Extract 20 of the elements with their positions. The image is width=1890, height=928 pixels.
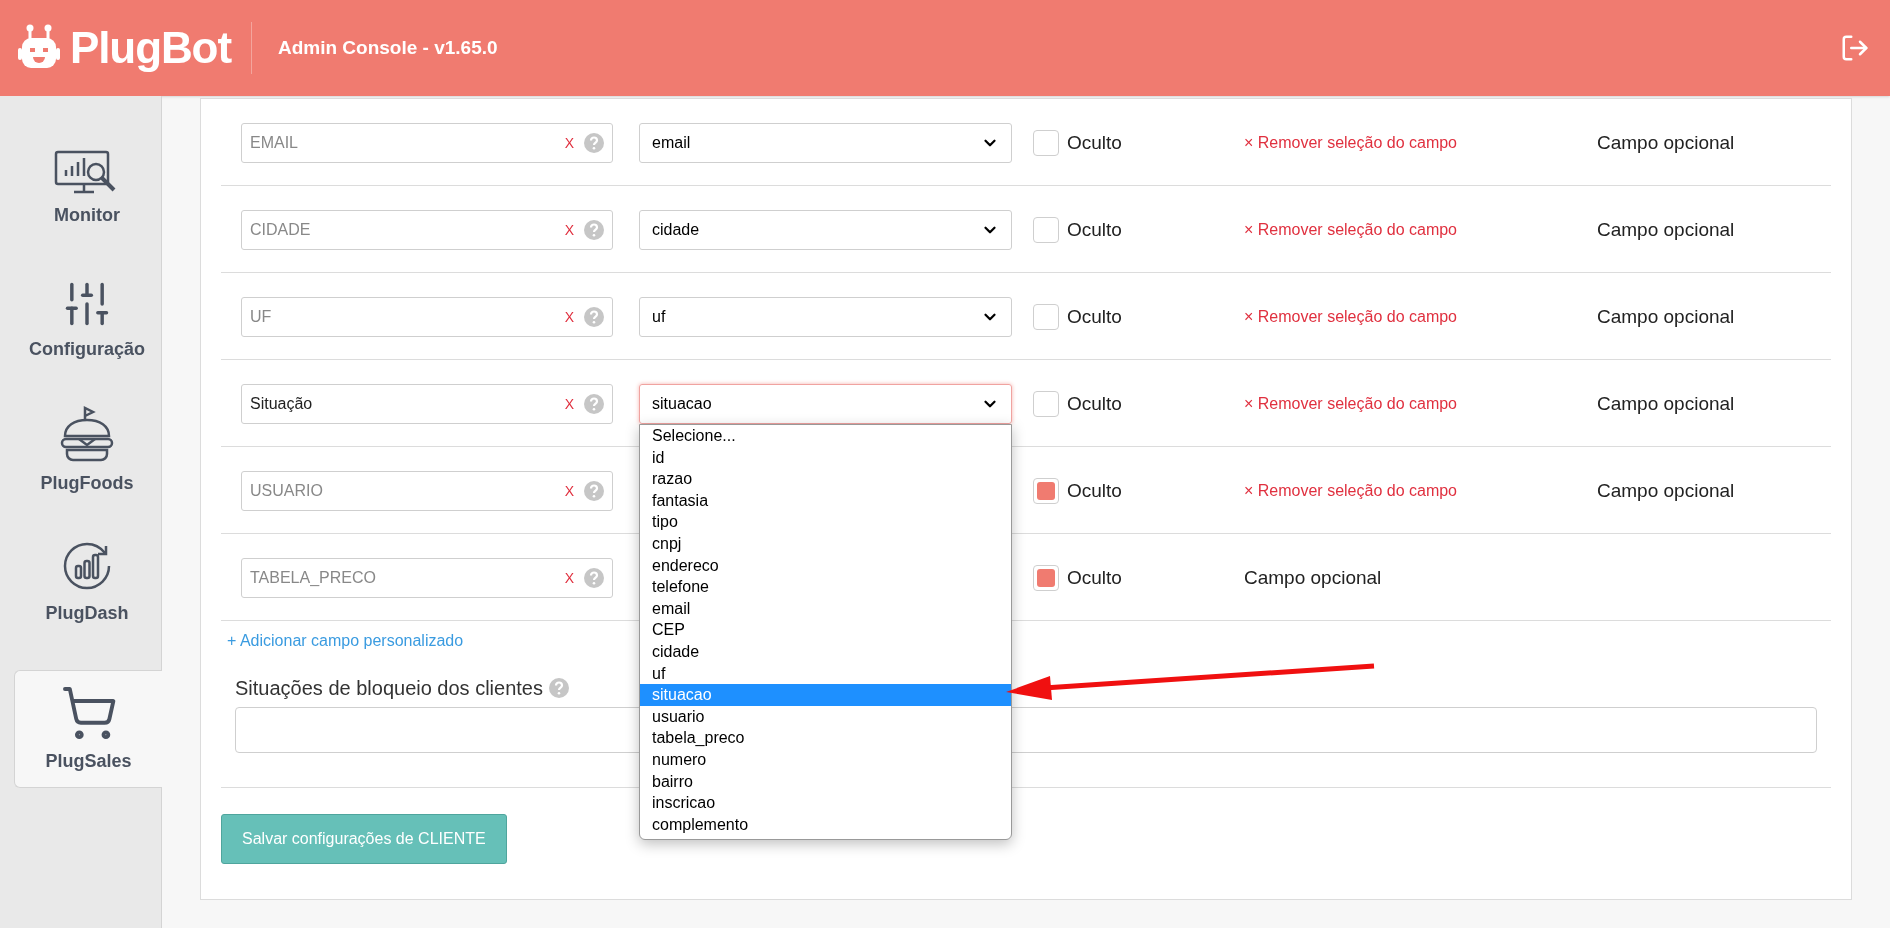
optional-note: Campo opcional — [1244, 565, 1382, 590]
hidden-label: Oculto — [1067, 478, 1122, 503]
sidebar-label: Monitor — [54, 203, 120, 227]
optional-note: Campo opcional — [1597, 391, 1735, 416]
sidebar-label: PlugFoods — [40, 471, 134, 495]
sidebar-label: PlugDash — [45, 601, 129, 625]
console-title: Admin Console - v1.65.0 — [277, 35, 498, 60]
hidden-label: Oculto — [1067, 304, 1122, 329]
optional-note: Campo opcional — [1597, 217, 1735, 242]
hidden-label: Oculto — [1067, 217, 1122, 242]
hidden-label: Oculto — [1067, 565, 1122, 590]
sidebar-label: PlugSales — [45, 749, 132, 773]
brand-name: PlugBot — [70, 22, 231, 74]
block-situations-label: Situações de bloqueio dos clientes — [235, 676, 543, 701]
sidebar-label: Configuração — [29, 337, 145, 361]
hidden-label: Oculto — [1067, 391, 1122, 416]
hidden-label: Oculto — [1067, 130, 1122, 155]
optional-note: Campo opcional — [1597, 304, 1735, 329]
optional-note: Campo opcional — [1597, 478, 1735, 503]
optional-note: Campo opcional — [1597, 130, 1735, 155]
